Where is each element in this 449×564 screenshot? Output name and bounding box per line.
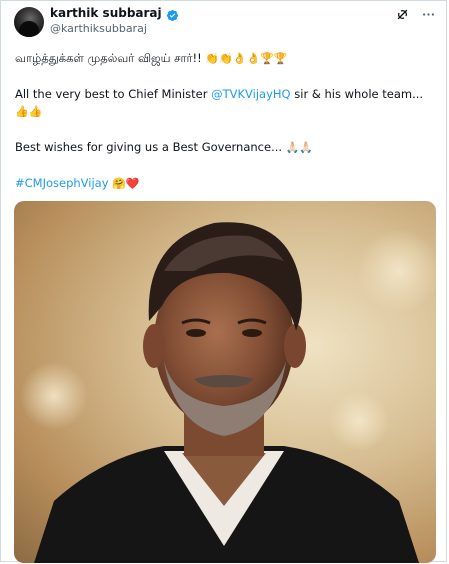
tweet-text-wishes: Best wishes for giving us a Best Governa… [15, 140, 283, 154]
tweet-actions-top [385, 5, 437, 23]
tweet-line-5: #CMJosephVijay 🤗❤️ [15, 175, 140, 192]
avatar[interactable] [14, 7, 44, 37]
tweet-emoji-3: 🙏🏻🙏🏻 [285, 141, 314, 154]
tweet-line-4: Best wishes for giving us a Best Governa… [15, 139, 313, 156]
tweet-line-1: வாழ்த்துக்கள் முதல்வர் விஜய் சார்!! 👏👏👌👌… [15, 50, 288, 67]
more-options-icon[interactable] [419, 5, 437, 23]
author-row: karthik subbaraj [50, 6, 179, 21]
tweet-text-suffix: sir & his whole team... [290, 87, 424, 101]
tweet-text-prefix: All the very best to Chief Minister [15, 87, 212, 101]
mention-link[interactable]: @TVKVijayHQ [211, 87, 291, 101]
grok-icon[interactable] [393, 5, 411, 23]
tweet-line-2: All the very best to Chief Minister @TVK… [15, 86, 423, 102]
tweet-photo[interactable] [14, 201, 436, 563]
tweet-line-3: 👍👍 [15, 103, 42, 120]
tweet-emoji-2: 👍👍 [15, 105, 43, 118]
tweet-emoji-1: 👏👏👌👌🏆🏆 [205, 52, 288, 65]
hashtag-link[interactable]: #CMJosephVijay [15, 176, 109, 190]
verified-badge-icon [166, 7, 179, 21]
author-name[interactable]: karthik subbaraj [50, 6, 162, 20]
tweet-emoji-4: 🤗❤️ [112, 177, 140, 190]
tweet-text-tamil: வாழ்த்துக்கள் முதல்வர் விஜய் சார்!! [15, 51, 202, 65]
author-handle[interactable]: @karthiksubbaraj [50, 22, 147, 35]
